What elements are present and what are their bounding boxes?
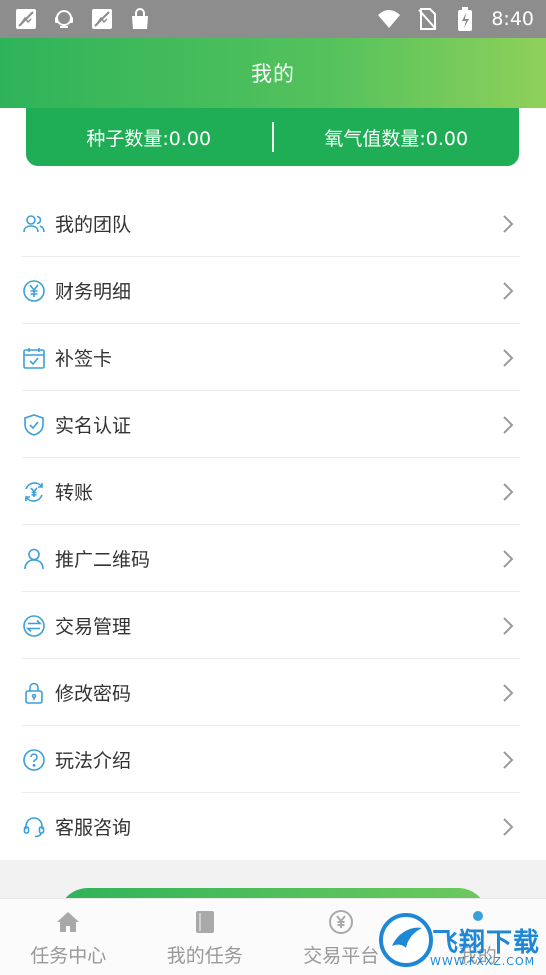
menu-list: 我的团队 财务明细 补签卡 实名认证 转账 推广二维码 交易管理 修改密码 玩法…: [0, 190, 546, 860]
menu-item-makeup-card[interactable]: 补签卡: [0, 324, 546, 391]
menu-label: 实名认证: [55, 415, 132, 437]
tab-label: 任务中心: [30, 945, 107, 967]
menu-item-finance-details[interactable]: 财务明细: [0, 257, 546, 324]
home-icon: [55, 909, 81, 935]
lock-icon: [22, 681, 46, 705]
balance-section: 种子数量:0.00 氧气值数量:0.00: [0, 108, 546, 190]
status-bar: 8:40: [0, 0, 546, 38]
chevron-right-icon: [496, 480, 520, 504]
tab-my-tasks[interactable]: 我的任务: [137, 899, 274, 975]
menu-item-promo-qr-code[interactable]: 推广二维码: [0, 525, 546, 592]
watermark-logo-icon: [379, 913, 433, 967]
menu-item-trade-management[interactable]: 交易管理: [0, 592, 546, 659]
shield-check-icon: [22, 413, 46, 437]
menu-label: 我的团队: [55, 214, 132, 236]
exchange-icon: [22, 614, 46, 638]
team-icon: [22, 212, 46, 236]
tab-label: 我的任务: [166, 945, 243, 967]
chevron-right-icon: [496, 614, 520, 638]
watermark-text: 飞翔下载: [432, 927, 541, 958]
status-left-icons: [14, 7, 152, 31]
menu-item-my-team[interactable]: 我的团队: [0, 190, 546, 257]
question-circle-icon: [22, 748, 46, 772]
chevron-right-icon: [496, 212, 520, 236]
header: 我的: [0, 38, 546, 108]
calendar-check-icon: [22, 346, 46, 370]
menu-label: 玩法介绍: [55, 750, 132, 772]
wifi-icon: [377, 7, 401, 31]
yen-circle-icon: [22, 279, 46, 303]
tab-label: 交易平台: [303, 945, 380, 967]
menu-label: 交易管理: [55, 616, 132, 638]
balance-divider: [271, 122, 274, 152]
trade-icon: [328, 909, 354, 935]
tab-task-center[interactable]: 任务中心: [0, 899, 137, 975]
menu-item-customer-service[interactable]: 客服咨询: [0, 793, 546, 860]
chevron-right-icon: [496, 547, 520, 571]
battery-charging-icon: [453, 7, 477, 31]
chevron-right-icon: [496, 413, 520, 437]
no-sim-icon: [415, 7, 439, 31]
no-image-icon: [90, 7, 114, 31]
shopping-bag-icon: [128, 7, 152, 31]
menu-label: 推广二维码: [55, 549, 151, 571]
status-right-icons: 8:40: [377, 7, 534, 31]
menu-label: 补签卡: [55, 348, 113, 370]
menu-label: 客服咨询: [55, 817, 132, 839]
book-icon: [192, 909, 218, 935]
menu-item-gameplay-guide[interactable]: 玩法介绍: [0, 726, 546, 793]
chevron-right-icon: [496, 279, 520, 303]
menu-item-change-password[interactable]: 修改密码: [0, 659, 546, 726]
chevron-right-icon: [496, 815, 520, 839]
headset-icon: [22, 815, 46, 839]
yen-transfer-icon: [22, 480, 46, 504]
menu-label: 转账: [55, 482, 94, 504]
headset-face-icon: [52, 7, 76, 31]
menu-label: 修改密码: [55, 683, 132, 705]
chevron-right-icon: [496, 346, 520, 370]
chevron-right-icon: [496, 748, 520, 772]
no-image-icon: [14, 7, 38, 31]
page-title: 我的: [251, 62, 295, 86]
menu-item-transfer[interactable]: 转账: [0, 458, 546, 525]
screen: 8:40 我的 种子数量:0.00 氧气值数量:0.00 我的团队 财务明细 补…: [0, 0, 546, 975]
watermark-url: WWW.FXXZ.COM: [430, 955, 536, 968]
menu-label: 财务明细: [55, 281, 132, 303]
seed-count: 种子数量:0.00: [86, 127, 212, 150]
person-icon: [22, 547, 46, 571]
oxygen-count: 氧气值数量:0.00: [324, 127, 469, 150]
chevron-right-icon: [496, 681, 520, 705]
clock: 8:40: [491, 8, 534, 30]
balance-card: 种子数量:0.00 氧气值数量:0.00: [26, 108, 519, 166]
menu-item-real-name-verification[interactable]: 实名认证: [0, 391, 546, 458]
